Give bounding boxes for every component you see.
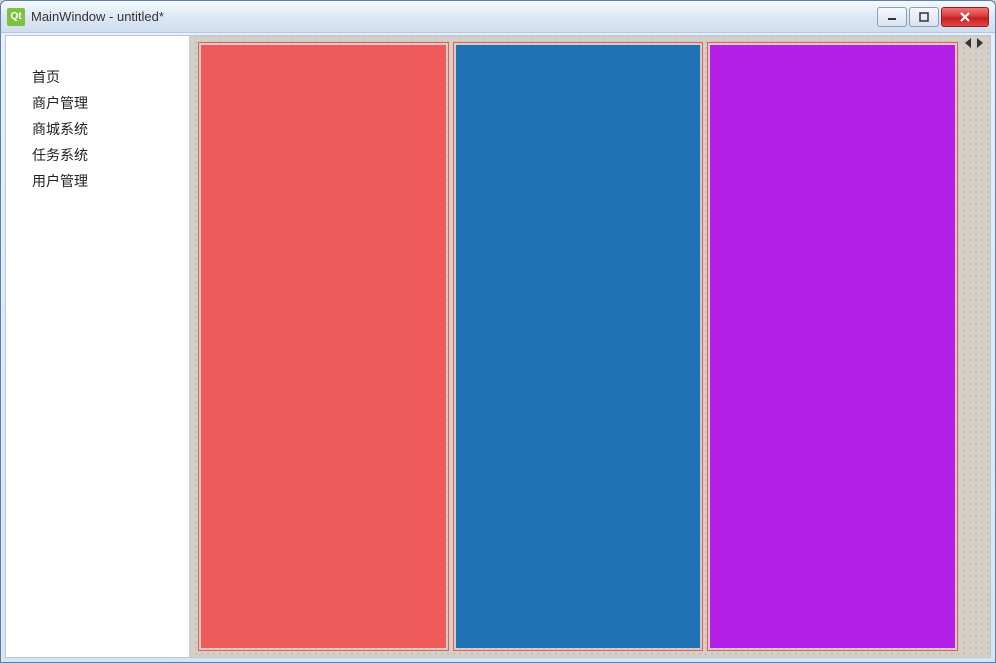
titlebar[interactable]: Qt MainWindow - untitled* bbox=[1, 1, 995, 33]
client-area: 首页 商户管理 商城系统 任务系统 用户管理 bbox=[5, 35, 991, 658]
sidebar-item-label: 任务系统 bbox=[32, 147, 88, 163]
minimize-button[interactable] bbox=[877, 7, 907, 27]
scroll-left-button[interactable] bbox=[962, 36, 974, 50]
sidebar: 首页 商户管理 商城系统 任务系统 用户管理 bbox=[6, 36, 190, 657]
sidebar-item-label: 商户管理 bbox=[32, 95, 88, 111]
sidebar-item-home[interactable]: 首页 bbox=[6, 64, 189, 90]
sidebar-item-mall[interactable]: 商城系统 bbox=[6, 116, 189, 142]
panel-container-2[interactable] bbox=[453, 42, 704, 651]
close-button[interactable] bbox=[941, 7, 989, 27]
panel-blue[interactable] bbox=[456, 45, 701, 648]
sidebar-item-label: 用户管理 bbox=[32, 173, 88, 189]
triangle-right-icon bbox=[976, 38, 984, 48]
sidebar-item-merchant[interactable]: 商户管理 bbox=[6, 90, 189, 116]
sidebar-item-user[interactable]: 用户管理 bbox=[6, 168, 189, 194]
designer-canvas[interactable] bbox=[190, 36, 990, 657]
sidebar-item-label: 商城系统 bbox=[32, 121, 88, 137]
maximize-button[interactable] bbox=[909, 7, 939, 27]
panel-red[interactable] bbox=[201, 45, 446, 648]
window-controls bbox=[877, 7, 989, 27]
qt-app-icon: Qt bbox=[7, 8, 25, 26]
minimize-icon bbox=[887, 12, 897, 22]
app-icon-label: Qt bbox=[10, 11, 21, 22]
sidebar-item-task[interactable]: 任务系统 bbox=[6, 142, 189, 168]
panel-purple[interactable] bbox=[710, 45, 955, 648]
tab-scroll-arrows bbox=[962, 36, 986, 50]
panel-container-1[interactable] bbox=[198, 42, 449, 651]
main-window: Qt MainWindow - untitled* 首页 商户管 bbox=[0, 0, 996, 663]
scroll-right-button[interactable] bbox=[974, 36, 986, 50]
triangle-left-icon bbox=[964, 38, 972, 48]
maximize-icon bbox=[919, 12, 929, 22]
close-icon bbox=[959, 12, 971, 22]
sidebar-item-label: 首页 bbox=[32, 69, 60, 85]
window-title: MainWindow - untitled* bbox=[31, 9, 877, 24]
panel-container-3[interactable] bbox=[707, 42, 958, 651]
